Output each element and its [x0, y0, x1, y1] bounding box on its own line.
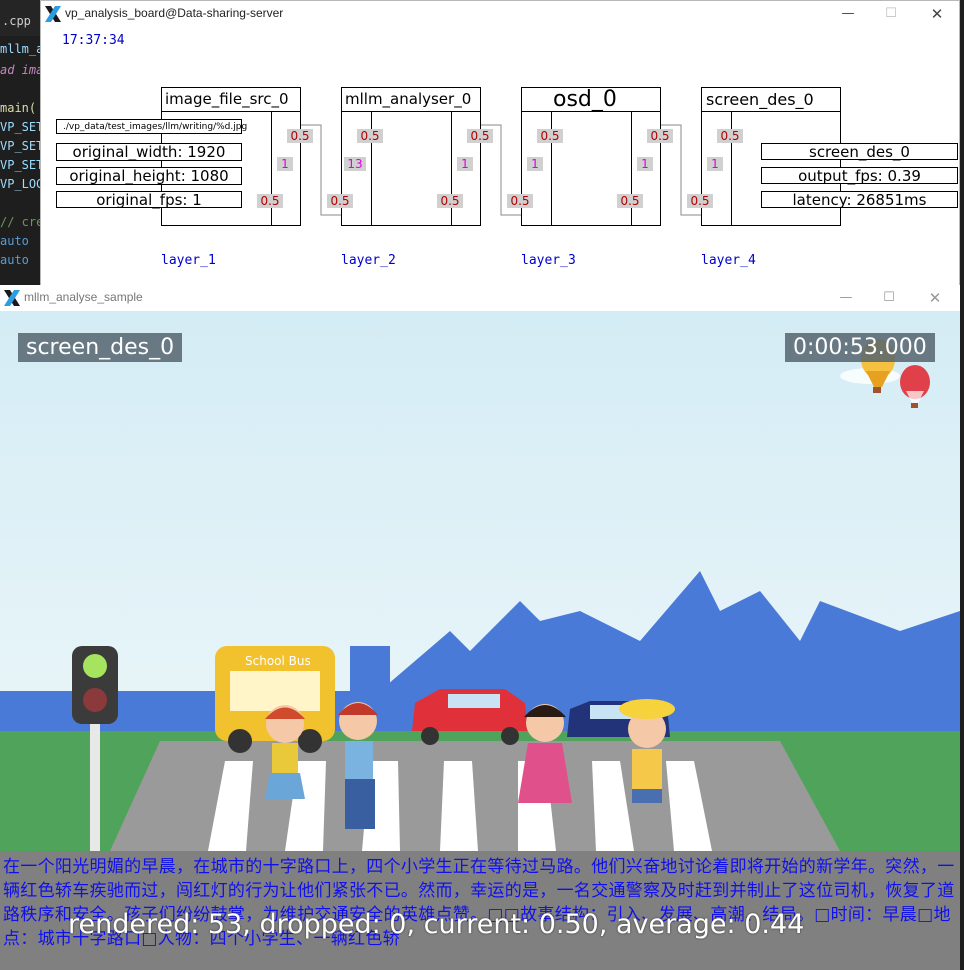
queue-size: 0.5	[507, 194, 533, 208]
node-title: screen_des_0	[706, 90, 814, 109]
code-line: // cre	[0, 215, 40, 229]
queue-size: 0.5	[287, 129, 313, 143]
sample-titlebar[interactable]: mllm_analyse_sample — ☐ ✕	[0, 285, 960, 311]
node-title: mllm_analyser_0	[345, 90, 472, 108]
crosswalk-illustration: School Bus	[0, 339, 960, 851]
video-frame: School Bus screen_des_0 0:00:53.000 在一个阳…	[0, 311, 960, 970]
queue-count: 1	[277, 157, 293, 171]
original-width: original_width: 1920	[56, 143, 242, 161]
osd-node-label: screen_des_0	[18, 333, 183, 362]
x11-logo-icon	[4, 290, 20, 306]
original-height: original_height: 1080	[56, 167, 242, 185]
hot-air-balloon-icon	[900, 365, 930, 408]
queue-size: 0.5	[687, 194, 713, 208]
layer-label: layer_4	[701, 253, 756, 268]
queue-count: 13	[344, 157, 366, 171]
queue-count: 1	[527, 157, 543, 171]
queue-size: 0.5	[257, 194, 283, 208]
source-path: ./vp_data/test_images/llm/writing/%d.jpg	[56, 119, 247, 134]
layer-label: layer_1	[161, 253, 216, 268]
node-title: osd_0	[553, 87, 617, 112]
code-line: mllm_a	[0, 42, 40, 56]
bus-sign: School Bus	[245, 654, 311, 668]
queue-count: 1	[457, 157, 473, 171]
des-name: screen_des_0	[761, 143, 958, 160]
latency: latency: 26851ms	[761, 191, 958, 208]
maximize-button[interactable]: ☐	[874, 287, 904, 309]
editor-tab-label: .cpp	[2, 14, 31, 28]
code-line: VP_LOG	[0, 177, 40, 191]
queue-size: 0.5	[357, 129, 383, 143]
queue-size: 0.5	[537, 129, 563, 143]
code-line: VP_SET	[0, 139, 40, 153]
code-editor-background: .cpp mllm_a ad ima main( VP_SET VP_SET V…	[0, 0, 40, 290]
playback-stats: rendered: 53, dropped: 0, current: 0.50,…	[68, 909, 805, 940]
queue-size: 0.5	[437, 194, 463, 208]
sample-output-window: mllm_analyse_sample — ☐ ✕ School Bus scr…	[0, 285, 960, 970]
layer-label: layer_2	[341, 253, 396, 268]
layer-label: layer_3	[521, 253, 576, 268]
code-line: main(	[0, 101, 37, 115]
queue-size: 0.5	[617, 194, 643, 208]
sample-window-title: mllm_analyse_sample	[24, 290, 143, 304]
code-line: VP_SET	[0, 120, 40, 134]
code-line: auto	[0, 234, 29, 248]
code-line: ad ima	[0, 63, 40, 77]
queue-count: 1	[707, 157, 723, 171]
queue-count: 1	[637, 157, 653, 171]
queue-size: 0.5	[327, 194, 353, 208]
close-button[interactable]: ✕	[920, 287, 950, 309]
minimize-button[interactable]: —	[831, 287, 861, 309]
queue-size: 0.5	[717, 129, 743, 143]
queue-size: 0.5	[647, 129, 673, 143]
original-fps: original_fps: 1	[56, 191, 242, 208]
code-line: VP_SET	[0, 158, 40, 172]
analysis-board-window: vp_analysis_board@Data-sharing-server — …	[40, 0, 960, 286]
editor-tab[interactable]: .cpp	[0, 0, 40, 36]
code-line: auto	[0, 253, 29, 267]
output-fps: output_fps: 0.39	[761, 167, 958, 184]
osd-timestamp: 0:00:53.000	[785, 333, 935, 362]
node-title: image_file_src_0	[165, 90, 289, 108]
queue-size: 0.5	[467, 129, 493, 143]
